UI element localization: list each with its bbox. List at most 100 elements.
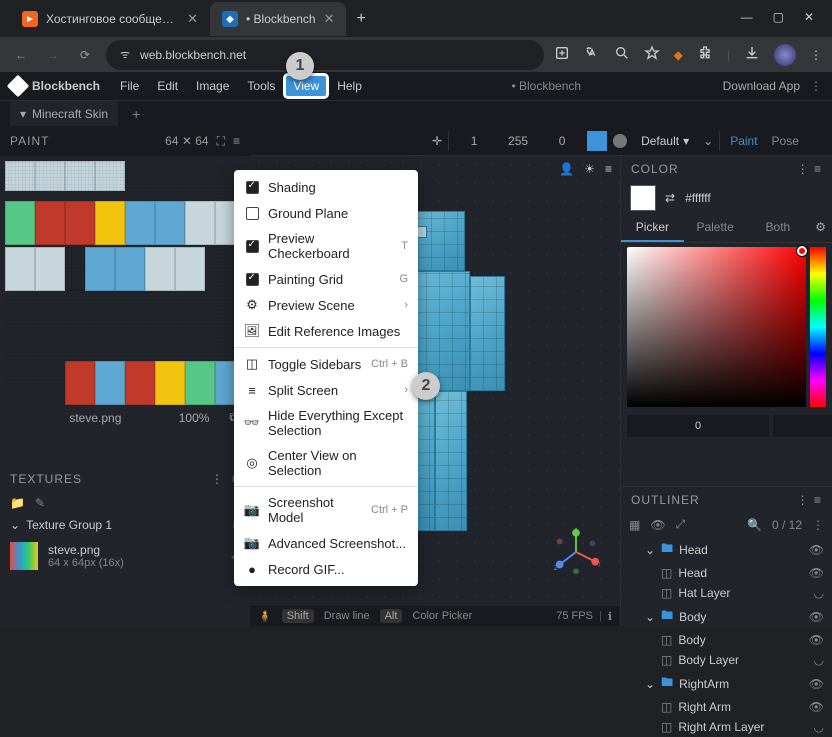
menu-icon[interactable]: ⋮	[810, 48, 822, 62]
app-logo[interactable]: Blockbench	[10, 78, 100, 94]
menu-item[interactable]: ◫ Toggle Sidebars Ctrl + B	[234, 351, 418, 377]
menu-item[interactable]: ● Record GIF...	[234, 556, 418, 582]
mode-paint[interactable]: Paint	[726, 134, 761, 148]
eye-icon[interactable]: ◡	[814, 720, 824, 734]
expand-icon[interactable]: ⤢	[676, 517, 686, 532]
brush-softness[interactable]: 0	[543, 134, 581, 148]
download-app-link[interactable]: Download App	[723, 79, 800, 93]
app-menu-icon[interactable]: ⋮	[802, 79, 822, 93]
site-info-icon[interactable]: ᯤ	[120, 47, 130, 62]
menu-item[interactable]: 📷 Screenshot Model Ctrl + P	[234, 490, 418, 530]
new-project-button[interactable]: +	[124, 106, 148, 122]
outliner-item[interactable]: ◫Head👁	[621, 563, 832, 583]
menu-item[interactable]: 📷 Advanced Screenshot...	[234, 530, 418, 556]
axis-gizmo[interactable]: Y X Z	[552, 528, 600, 576]
gear-icon[interactable]: ⚙	[809, 214, 832, 242]
color-gradient[interactable]	[627, 247, 806, 407]
tab-both[interactable]: Both	[747, 214, 810, 242]
eye-icon[interactable]: 👁	[809, 543, 824, 557]
menu-item[interactable]: Shading	[234, 174, 418, 200]
menu-item[interactable]: ⚙ Preview Scene ›	[234, 292, 418, 318]
menu-tools[interactable]: Tools	[239, 75, 283, 97]
install-icon[interactable]	[554, 45, 570, 64]
close-icon[interactable]: ✕	[187, 11, 198, 27]
uv-canvas[interactable]	[5, 161, 245, 401]
eye-icon[interactable]: 👁	[809, 610, 824, 624]
minimize-icon[interactable]: —	[741, 10, 753, 24]
menu-file[interactable]: File	[112, 75, 147, 97]
menu-item[interactable]: ◎ Center View on Selection	[234, 443, 418, 483]
reload-icon[interactable]: ⟳	[74, 48, 96, 62]
outliner-item[interactable]: ◫Body👁	[621, 630, 832, 650]
info-icon[interactable]: ℹ	[608, 610, 612, 623]
tab-picker[interactable]: Picker	[621, 214, 684, 242]
star-icon[interactable]	[644, 45, 660, 64]
panel-menu-icon[interactable]: ⋮ ≡	[797, 162, 822, 176]
ext-metamask-icon[interactable]: ◆	[674, 48, 683, 62]
outliner-item[interactable]: ◫Right Arm Layer◡	[621, 717, 832, 737]
search-icon[interactable]	[614, 45, 630, 64]
menu-item[interactable]: Preview Checkerboard T	[234, 226, 418, 266]
eye-icon[interactable]: ◡	[814, 653, 824, 667]
menu-help[interactable]: Help	[329, 75, 370, 97]
outliner-item[interactable]: ◫Body Layer◡	[621, 650, 832, 670]
hue-slider[interactable]	[810, 247, 826, 407]
outliner-item[interactable]: ◫Right Arm👁	[621, 697, 832, 717]
menu-item[interactable]: 🖼 Edit Reference Images	[234, 318, 418, 344]
sun-icon[interactable]: ☀	[584, 162, 595, 176]
menu-item[interactable]: Painting Grid G	[234, 266, 418, 292]
texture-group[interactable]: ⌄ Texture Group 1 ≡	[0, 514, 250, 536]
menu-image[interactable]: Image	[188, 75, 237, 97]
eye-icon[interactable]: ◡	[814, 586, 824, 600]
brush-shape-circle[interactable]	[613, 134, 627, 148]
eye-icon[interactable]: 👁	[809, 677, 824, 691]
eye-icon[interactable]: 👁	[809, 633, 824, 647]
tab-palette[interactable]: Palette	[684, 214, 747, 242]
ext-puzzle-icon[interactable]	[697, 45, 713, 64]
preset-select[interactable]: Default ▾	[633, 132, 697, 150]
gradient-cursor[interactable]	[797, 246, 807, 256]
browser-tab-1[interactable]: ◆ • Blockbench ✕	[210, 2, 346, 36]
swap-icon[interactable]: ⇄	[665, 191, 675, 205]
person-icon[interactable]: 🧍	[258, 610, 272, 623]
panel-menu-icon[interactable]: ⋮	[211, 472, 224, 486]
menu-item[interactable]: ≡ Split Screen ›	[234, 377, 418, 403]
url-input[interactable]: ᯤ web.blockbench.net	[106, 40, 544, 70]
back-icon[interactable]: ←	[10, 48, 32, 62]
hex-value[interactable]: #ffffff	[685, 191, 711, 205]
close-window-icon[interactable]: ✕	[804, 10, 814, 24]
close-icon[interactable]: ✕	[324, 11, 335, 27]
chevron-down-icon[interactable]: ⌄	[703, 134, 713, 148]
panel-menu-icon[interactable]: ⋮ ≡	[797, 493, 822, 507]
translate-icon[interactable]	[584, 45, 600, 64]
toggle-icon[interactable]: ▦	[629, 518, 640, 532]
maximize-icon[interactable]: ▢	[773, 10, 784, 24]
download-icon[interactable]	[744, 45, 760, 64]
primary-swatch[interactable]	[631, 186, 655, 210]
brush-size[interactable]: 1	[455, 134, 493, 148]
import-icon[interactable]: 📁	[10, 496, 25, 510]
project-tab[interactable]: ▾ Minecraft Skin	[10, 101, 118, 127]
menu-icon[interactable]: ≡	[605, 162, 612, 176]
brush-shape-square[interactable]	[587, 131, 607, 151]
val-g[interactable]	[773, 415, 832, 437]
person-icon[interactable]: 👤	[559, 162, 574, 176]
profile-avatar[interactable]	[774, 44, 796, 66]
fullscreen-icon[interactable]: ⛶	[217, 134, 225, 149]
menu-item[interactable]: 👓 Hide Everything Except Selection	[234, 403, 418, 443]
visibility-icon[interactable]: 👁	[650, 518, 665, 532]
menu-item[interactable]: Ground Plane	[234, 200, 418, 226]
mode-pose[interactable]: Pose	[768, 134, 803, 148]
outliner-item[interactable]: ⌄🖿RightArm👁	[621, 670, 832, 697]
outliner-item[interactable]: ⌄🖿Head👁	[621, 536, 832, 563]
eye-icon[interactable]: 👁	[809, 700, 824, 714]
texture-item[interactable]: steve.png 64 x 64px (16x) ✔	[0, 536, 250, 576]
browser-tab-0[interactable]: ► Хостинговое сообщество «Tin ✕	[10, 2, 210, 36]
outliner-item[interactable]: ◫Hat Layer◡	[621, 583, 832, 603]
menu-icon[interactable]: ⋮	[812, 518, 824, 532]
eye-icon[interactable]: 👁	[809, 566, 824, 580]
menu-edit[interactable]: Edit	[149, 75, 186, 97]
search-icon[interactable]: 🔍	[747, 518, 762, 532]
val-r[interactable]	[627, 415, 769, 437]
panel-menu-icon[interactable]: ≡	[233, 134, 240, 148]
